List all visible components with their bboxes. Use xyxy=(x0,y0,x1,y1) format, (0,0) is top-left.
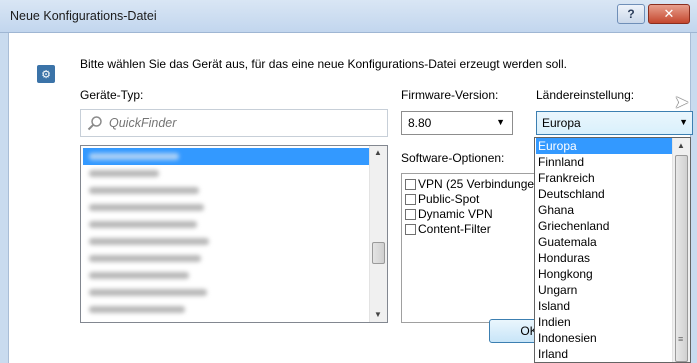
country-option[interactable]: Island xyxy=(536,298,673,314)
software-option-vpn[interactable]: VPN (25 Verbindungen) xyxy=(405,177,536,191)
device-list-item[interactable] xyxy=(83,216,370,233)
country-option[interactable]: Guatemala xyxy=(536,234,673,250)
scroll-up-icon[interactable]: ▲ xyxy=(374,148,382,157)
device-list-item-selected[interactable] xyxy=(83,148,370,165)
country-option[interactable]: Indien xyxy=(536,314,673,330)
close-button[interactable]: ✕ xyxy=(648,4,690,24)
scrollbar-thumb[interactable] xyxy=(675,155,688,362)
chevron-down-icon: ▼ xyxy=(679,117,688,127)
search-icon xyxy=(87,116,102,131)
scrollbar-thumb[interactable] xyxy=(372,242,385,264)
chevron-down-icon: ▼ xyxy=(496,117,505,127)
app-icon: ⚙ xyxy=(37,65,55,83)
country-option[interactable]: Hongkong xyxy=(536,266,673,282)
quickfinder-input[interactable] xyxy=(107,115,371,131)
device-list-item[interactable] xyxy=(83,284,370,301)
scroll-down-icon[interactable]: ▼ xyxy=(374,310,382,319)
checkbox[interactable] xyxy=(405,193,416,205)
scroll-up-icon[interactable]: ▲ xyxy=(677,141,685,150)
country-select[interactable]: Europa ▼ xyxy=(536,111,693,135)
checkbox[interactable] xyxy=(405,178,416,190)
device-type-label: Geräte-Typ: xyxy=(80,88,144,102)
device-list-item[interactable] xyxy=(83,182,370,199)
device-list-item[interactable] xyxy=(83,165,370,182)
device-list-item[interactable] xyxy=(83,233,370,250)
device-list-item[interactable] xyxy=(83,250,370,267)
quickfinder-box[interactable] xyxy=(80,109,388,137)
help-button[interactable]: ? xyxy=(617,4,645,24)
device-list-item[interactable] xyxy=(83,199,370,216)
grip-icon: ≡ xyxy=(678,334,684,344)
device-list-item[interactable] xyxy=(83,267,370,284)
country-option[interactable]: Deutschland xyxy=(536,186,673,202)
device-list-scrollbar[interactable]: ▲ ▼ xyxy=(369,146,387,322)
country-option[interactable]: Ghana xyxy=(536,202,673,218)
firmware-label: Firmware-Version: xyxy=(401,88,499,102)
country-option[interactable]: Irland xyxy=(536,346,673,362)
country-option[interactable]: Europa xyxy=(536,138,673,154)
firmware-value: 8.80 xyxy=(408,116,432,130)
help-icon: ? xyxy=(627,7,635,21)
country-option[interactable]: Griechenland xyxy=(536,218,673,234)
software-options-label: Software-Optionen: xyxy=(401,151,505,165)
software-option-public-spot[interactable]: Public-Spot xyxy=(405,192,479,206)
software-option-content-filter[interactable]: Content-Filter xyxy=(405,222,491,236)
checkbox[interactable] xyxy=(405,223,416,235)
close-icon: ✕ xyxy=(663,6,675,21)
window-title: Neue Konfigurations-Datei xyxy=(10,9,157,23)
mouse-cursor-icon: ➤ xyxy=(674,92,690,112)
intro-text: Bitte wählen Sie das Gerät aus, für das … xyxy=(80,57,567,71)
country-option[interactable]: Honduras xyxy=(536,250,673,266)
country-option[interactable]: Finnland xyxy=(536,154,673,170)
country-option[interactable]: Indonesien xyxy=(536,330,673,346)
software-option-dynamic-vpn[interactable]: Dynamic VPN xyxy=(405,207,493,221)
device-list[interactable]: ▲ ▼ xyxy=(80,145,388,323)
device-list-item[interactable] xyxy=(83,301,370,318)
country-option[interactable]: Ungarn xyxy=(536,282,673,298)
country-dropdown-list[interactable]: Europa Finnland Frankreich Deutschland G… xyxy=(534,137,691,363)
country-setting-label: Ländereinstellung: xyxy=(536,88,635,102)
software-options-list: VPN (25 Verbindungen) Public-Spot Dynami… xyxy=(401,173,537,323)
country-dropdown-scrollbar[interactable]: ▲ ≡ xyxy=(672,138,690,362)
firmware-select[interactable]: 8.80 ▼ xyxy=(401,111,513,135)
title-bar: Neue Konfigurations-Datei ? ✕ xyxy=(0,0,697,33)
country-option[interactable]: Frankreich xyxy=(536,170,673,186)
checkbox[interactable] xyxy=(405,208,416,220)
country-value: Europa xyxy=(542,116,581,130)
